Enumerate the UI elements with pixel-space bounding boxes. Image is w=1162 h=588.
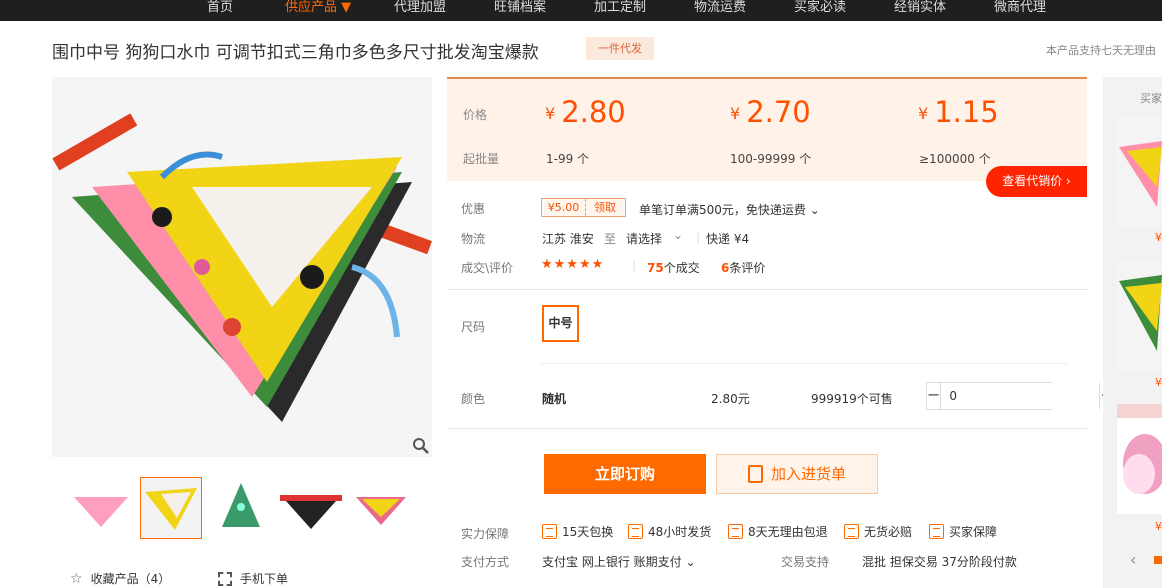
guarantee-item[interactable]: 48小时发货 xyxy=(628,523,711,540)
star-outline-icon: ☆ xyxy=(70,570,83,587)
to-text: 至 xyxy=(604,232,617,246)
divider: | xyxy=(696,230,701,244)
review-count[interactable]: 6条评价 xyxy=(721,259,765,276)
nav-item-shop-profile[interactable]: 旺铺档案 xyxy=(494,0,546,21)
color-label: 颜色 xyxy=(461,392,486,406)
coupon-badge[interactable]: ¥5.00 领取 xyxy=(541,198,626,217)
clipboard-icon xyxy=(747,465,763,483)
guarantee-item[interactable]: 买家保障 xyxy=(929,523,997,540)
exchange-icon xyxy=(542,524,557,539)
color-price: 2.80元 xyxy=(711,392,750,406)
trade-support-items: 混批 担保交易 37分阶段付款 xyxy=(862,555,1017,569)
deal-count[interactable]: 75个成交 xyxy=(647,259,700,276)
favorite-label: 收藏产品（4） xyxy=(90,572,171,586)
return-icon xyxy=(728,524,743,539)
chevron-down-icon[interactable]: ⌄ xyxy=(673,228,683,242)
quantity-input[interactable] xyxy=(941,383,1100,409)
nav-item-wechat-agent[interactable]: 微商代理 xyxy=(994,0,1046,21)
shipping-fee: 快递 ¥4 xyxy=(706,232,750,246)
sidebar-price: ¥ xyxy=(1155,520,1162,533)
thumbnail-selected[interactable] xyxy=(140,477,202,539)
promo-label: 优惠 xyxy=(461,202,486,216)
nav-item-products[interactable]: 供应产品 ▼ xyxy=(285,0,351,21)
shield-icon xyxy=(929,524,944,539)
main-product-image[interactable] xyxy=(52,77,432,457)
dropship-tag: 一件代发 xyxy=(586,37,654,60)
sidebar-title: 买家 xyxy=(1140,92,1162,105)
thumbnail[interactable] xyxy=(70,477,132,539)
nav-item-buyer-guide[interactable]: 买家必读 xyxy=(794,0,846,21)
carousel-indicator[interactable] xyxy=(1154,556,1162,564)
guarantee-item[interactable]: 15天包换 xyxy=(542,523,613,540)
view-agent-price-button[interactable]: 查看代销价 › xyxy=(986,166,1087,197)
deals-label: 成交\评价 xyxy=(461,261,514,275)
add-to-cart-button[interactable]: 加入进货单 xyxy=(716,454,878,494)
trade-support-label: 交易支持 xyxy=(781,555,830,569)
sidebar-product-image[interactable] xyxy=(1117,117,1162,227)
mobile-order-link[interactable]: 手机下单 xyxy=(218,570,288,587)
thumbnail[interactable] xyxy=(350,477,412,539)
qr-code-icon xyxy=(218,571,232,586)
origin-text: 江苏 淮安 xyxy=(542,232,594,246)
price-tier-3: ¥1.15 xyxy=(918,95,999,129)
chevron-left-icon[interactable]: ‹ xyxy=(1130,550,1136,569)
nav-item-agency[interactable]: 代理加盟 xyxy=(394,0,446,21)
qty-tier-1: 1-99 个 xyxy=(546,152,590,166)
divider xyxy=(447,428,1087,429)
batch-label: 起批量 xyxy=(463,152,500,166)
price-tier-1: ¥2.80 xyxy=(545,95,626,129)
product-title: 围巾中号 狗狗口水巾 可调节扣式三角巾多色多尺寸批发淘宝爆款 xyxy=(52,43,539,63)
shipping-time-icon xyxy=(628,524,643,539)
thumbnail[interactable] xyxy=(280,477,342,539)
sidebar-product-image[interactable] xyxy=(1117,404,1162,514)
guarantee-item[interactable]: 无货必赔 xyxy=(844,523,912,540)
top-nav: 首页 供应产品 ▼ 代理加盟 旺铺档案 加工定制 物流运费 买家必读 经销实体 … xyxy=(0,0,1162,21)
nav-item-home[interactable]: 首页 xyxy=(207,0,233,21)
return-policy-notice: 本产品支持七天无理由 xyxy=(1046,44,1156,57)
payment-label: 支付方式 xyxy=(461,555,510,569)
size-label: 尺码 xyxy=(461,320,486,334)
divider: | xyxy=(632,259,637,273)
nav-item-logistics[interactable]: 物流运费 xyxy=(694,0,746,21)
add-to-cart-label: 加入进货单 xyxy=(770,465,846,483)
logistics-label: 物流 xyxy=(461,232,486,246)
nav-item-dealers[interactable]: 经销实体 xyxy=(894,0,946,21)
price-label: 价格 xyxy=(463,108,488,122)
qty-tier-3: ≥100000 个 xyxy=(919,152,991,166)
promo-text[interactable]: 单笔订单满500元，免快递运费 ⌄ xyxy=(639,201,820,218)
sidebar-price: ¥ xyxy=(1155,231,1162,244)
rating-stars: ★★★★★ xyxy=(541,257,605,272)
decrement-button[interactable]: − xyxy=(927,383,942,409)
divider xyxy=(447,289,1087,290)
compensation-icon xyxy=(844,524,859,539)
destination-select[interactable]: 请选择 xyxy=(626,230,662,247)
zoom-icon[interactable] xyxy=(412,437,430,455)
sidebar-price: ¥ xyxy=(1155,376,1162,389)
sidebar-product-image[interactable] xyxy=(1117,261,1162,371)
favorite-link[interactable]: ☆ 收藏产品（4） xyxy=(70,570,170,587)
quantity-stepper: − + xyxy=(926,382,1114,410)
divider xyxy=(541,363,1067,364)
guarantee-item[interactable]: 8天无理由包退 xyxy=(728,523,828,540)
stock-count: 999919个可售 xyxy=(811,392,893,406)
size-option-medium[interactable]: 中号 xyxy=(542,305,579,342)
nav-item-custom[interactable]: 加工定制 xyxy=(594,0,646,21)
buy-now-button[interactable]: 立即订购 xyxy=(544,454,706,494)
qty-tier-2: 100-99999 个 xyxy=(730,152,812,166)
guarantee-label: 实力保障 xyxy=(461,527,510,541)
thumbnail[interactable] xyxy=(210,477,272,539)
payment-methods[interactable]: 支付宝 网上银行 账期支付 ⌄ xyxy=(542,553,696,570)
mobile-order-label: 手机下单 xyxy=(240,572,289,586)
price-tier-2: ¥2.70 xyxy=(730,95,811,129)
color-value: 随机 xyxy=(542,392,567,406)
